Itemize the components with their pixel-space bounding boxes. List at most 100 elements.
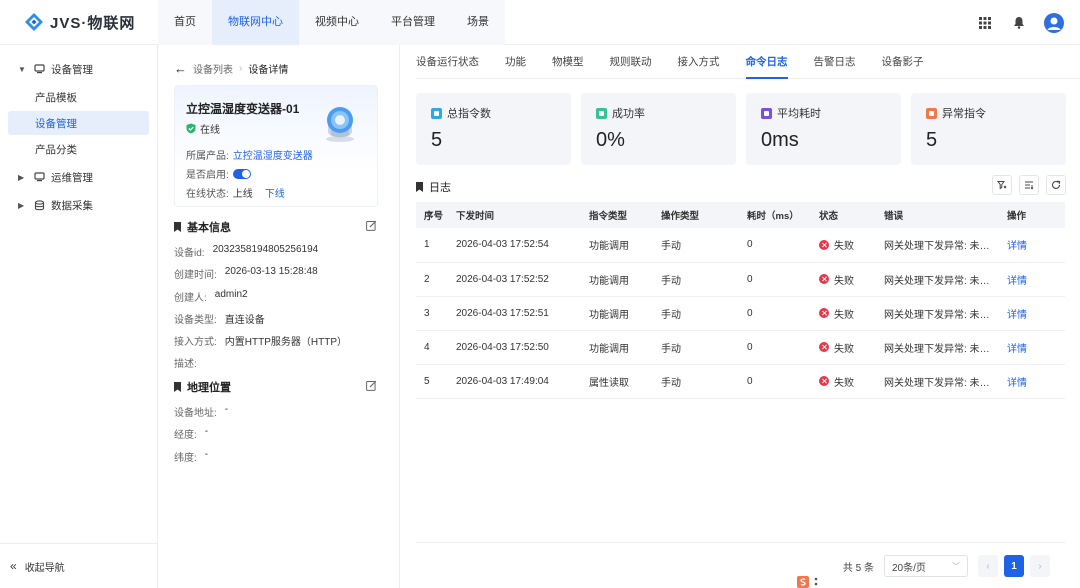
page-size-select[interactable]: 20条/页 ﹀ [884, 555, 968, 577]
back-arrow-icon[interactable]: ← [174, 61, 187, 76]
breadcrumb-parent[interactable]: 设备列表 [193, 61, 233, 76]
detail-link[interactable]: 详情 [1007, 378, 1027, 389]
tab-function[interactable]: 功能 [492, 45, 539, 79]
column-settings-button[interactable] [1019, 175, 1039, 195]
top-header: JVS·物联网 首页 物联网中心 视频中心 平台管理 场景 [0, 0, 1080, 45]
float-s-icon [797, 575, 809, 588]
tab-command-log[interactable]: 命令日志 [733, 45, 801, 79]
edit-icon[interactable] [366, 380, 377, 391]
tab-access-mode[interactable]: 接入方式 [665, 45, 733, 79]
nav-video-center[interactable]: 视频中心 [299, 0, 375, 45]
geo-title: 地理位置 [174, 379, 231, 395]
stat-value: 5 [926, 129, 938, 151]
user-avatar[interactable] [1044, 12, 1064, 33]
product-link[interactable]: 立控温湿度变送器 [233, 147, 313, 162]
apps-grid-icon[interactable] [976, 14, 994, 32]
bell-icon[interactable] [1010, 14, 1028, 32]
info-value: 内置HTTP服务器（HTTP） [224, 337, 347, 348]
cell-status: 失败 [811, 296, 876, 330]
page-button-current[interactable]: 1 [1004, 555, 1024, 577]
enabled-toggle[interactable] [232, 168, 251, 179]
detail-link[interactable]: 详情 [1007, 241, 1027, 252]
info-value: admin2 [214, 289, 248, 300]
geo-title-text: 地理位置 [187, 382, 231, 394]
page-size-value: 20条/页 [892, 562, 926, 574]
cell-operation-type: 手动 [661, 275, 681, 287]
col-status: 状态 [819, 211, 839, 222]
tab-thing-model[interactable]: 物模型 [539, 45, 597, 79]
cell-action: 详情 [999, 364, 1065, 398]
shield-check-icon [186, 123, 196, 134]
status-text: 失败 [834, 241, 854, 253]
basic-info-title: 基本信息 [174, 219, 231, 235]
tab-rule-linkage[interactable]: 规则联动 [597, 45, 665, 79]
tab-run-status[interactable]: 设备运行状态 [416, 45, 492, 79]
sidebar-item-device-management[interactable]: 设备管理 [8, 111, 149, 135]
next-page-button[interactable]: › [1030, 555, 1050, 577]
cell-error: 网关处理下发异常: 未支持的指令 [884, 343, 999, 355]
cell-error: 网关处理下发异常: 未支持的指令 [884, 309, 999, 321]
logo-text: JVS·物联网 [50, 14, 136, 32]
success-rate-icon [596, 107, 607, 119]
device-name: 立控温湿度变送器-01 [186, 102, 300, 116]
info-value: - [204, 449, 209, 460]
product-row: 所属产品: 立控温湿度变送器 [186, 147, 313, 162]
info-value: 2032358194805256194 [212, 244, 319, 255]
stat-success-rate: 成功率 0% [581, 93, 736, 165]
floating-toolbar[interactable] [797, 575, 823, 588]
info-label: 接入方式: [174, 337, 217, 348]
command-log-table: 序号 下发时间 指令类型 操作类型 耗时（ms） 状态 错误 操作 1 2026-… [416, 202, 1065, 399]
sidebar-item-product-template[interactable]: 产品模板 [8, 85, 149, 109]
info-label: 经度: [174, 430, 197, 441]
nav-platform[interactable]: 平台管理 [375, 0, 451, 45]
sidebar-item-product-category[interactable]: 产品分类 [8, 137, 149, 161]
filter-button[interactable] [992, 175, 1012, 195]
info-label: 设备类型: [174, 315, 217, 326]
cell-index: 2 [424, 273, 430, 285]
pagination: 共 5 条 20条/页 ﹀ ‹ 1 › [843, 555, 1050, 577]
info-label: 创建人: [174, 293, 207, 304]
fail-x-icon [819, 274, 829, 284]
detail-link[interactable]: 详情 [1007, 276, 1027, 287]
table-row: 4 2026-04-03 17:52:50 功能调用 手动 0 失败 网关处理下发异常: 未… [416, 330, 1065, 364]
sidebar-group-data[interactable]: ▶ 数据采集 [0, 191, 157, 219]
cell-error: 网关处理下发异常: 未支持的指令 [884, 241, 999, 253]
table-row: 2 2026-04-03 17:52:52 功能调用 手动 0 失败 网关处理下发异常: 未… [416, 262, 1065, 296]
tab-alarm-log[interactable]: 告警日志 [801, 45, 869, 79]
status-fail: 失败 [819, 306, 876, 321]
stat-avg-time: 平均耗时 0ms [746, 93, 901, 165]
col-action: 操作 [1007, 211, 1027, 222]
info-value: 直连设备 [224, 315, 265, 326]
breadcrumb-current: 设备详情 [248, 65, 289, 76]
nav-home[interactable]: 首页 [158, 0, 212, 45]
nav-iot-center[interactable]: 物联网中心 [212, 0, 299, 45]
cell-cost: 0 [747, 375, 753, 387]
status-fail: 失败 [819, 237, 876, 252]
info-label: 创建时间: [174, 270, 217, 281]
info-row-address: 设备地址: - [174, 404, 228, 419]
cell-status: 失败 [811, 364, 876, 398]
detail-link[interactable]: 详情 [1007, 344, 1027, 355]
detail-link[interactable]: 详情 [1007, 310, 1027, 321]
sidebar: ▼ 设备管理 产品模板 设备管理 产品分类 ▶ 运维管理 ▶ 数据采集 « 收起… [0, 45, 158, 588]
nav-scene[interactable]: 场景 [451, 0, 505, 45]
cell-cost: 0 [747, 307, 753, 319]
status-text: 失败 [834, 309, 854, 321]
cell-index: 4 [424, 341, 430, 353]
cell-status: 失败 [811, 330, 876, 364]
offline-link[interactable]: 下线 [265, 185, 285, 200]
app-logo[interactable]: JVS·物联网 [0, 0, 158, 45]
prev-page-button[interactable]: ‹ [978, 555, 998, 577]
column-settings-icon [1025, 181, 1034, 190]
sidebar-group-ops[interactable]: ▶ 运维管理 [0, 163, 157, 191]
refresh-button[interactable] [1046, 175, 1066, 195]
status-label: 在线状态: [186, 189, 229, 200]
edit-icon[interactable] [366, 220, 377, 231]
collapse-nav-button[interactable]: « 收起导航 [0, 543, 158, 588]
log-title-text: 日志 [429, 182, 451, 194]
cell-index: 5 [424, 375, 430, 387]
sidebar-group-device[interactable]: ▼ 设备管理 [0, 55, 157, 83]
cell-operation-type: 手动 [661, 343, 681, 355]
tab-device-shadow[interactable]: 设备影子 [869, 45, 937, 79]
breadcrumb-separator-icon: › [239, 63, 243, 74]
